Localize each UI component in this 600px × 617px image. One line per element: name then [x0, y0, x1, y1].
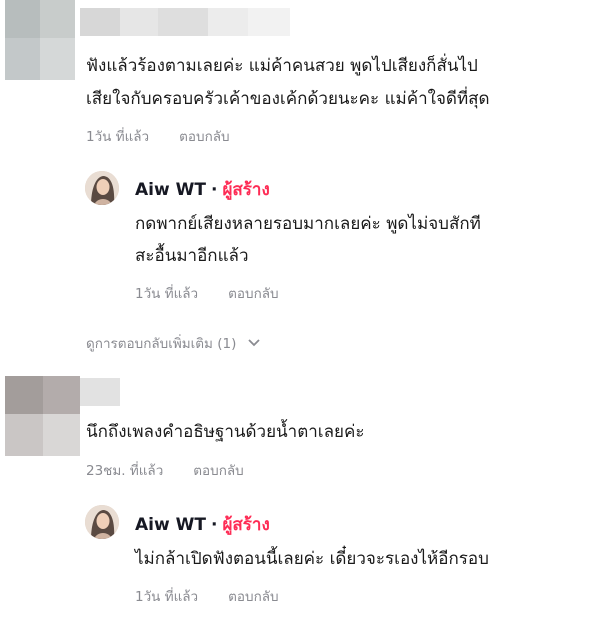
reply-text-line2: สะอื้นมาอีกแล้ว	[135, 246, 249, 266]
comment-time: 23ชม. ที่แล้ว	[86, 463, 164, 479]
avatar-censored	[5, 0, 75, 80]
reply-meta: 1วัน ที่แล้ว ตอบกลับ	[135, 585, 309, 607]
comment-meta: 23ชม. ที่แล้ว ตอบกลับ	[86, 459, 274, 481]
username-censored	[80, 8, 290, 36]
reply-button[interactable]: ตอบกลับ	[228, 286, 278, 302]
reply-button[interactable]: ตอบกลับ	[228, 589, 278, 605]
comment-text-line1: ฟังแล้วร้องตามเลยค่ะ แม่ค้าคนสวย พูดไปเส…	[86, 56, 478, 76]
avatar[interactable]	[85, 505, 119, 539]
view-more-replies-label: ดูการตอบกลับเพิ่มเติม (1)	[86, 336, 237, 352]
reply-button[interactable]: ตอบกลับ	[193, 463, 243, 479]
avatar-image	[85, 505, 119, 539]
username-censored	[80, 378, 120, 406]
creator-badge: ผู้สร้าง	[222, 515, 270, 535]
view-more-replies[interactable]: ดูการตอบกลับเพิ่มเติม (1)	[86, 332, 261, 354]
avatar[interactable]	[85, 171, 119, 205]
comment-text-line2: เสียใจกับครอบครัวเค้าของเค้กด้วยนะคะ แม่…	[86, 89, 490, 109]
reply-author[interactable]: Aiw WT	[135, 180, 206, 200]
reply-meta: 1วัน ที่แล้ว ตอบกลับ	[135, 282, 309, 304]
reply-text-line1: ไม่กล้าเปิดฟังตอนนี้เลยค่ะ เดี๋ยวจะรเองไ…	[135, 549, 489, 569]
reply-author-line: Aiw WT · ผู้สร้าง	[135, 176, 270, 203]
reply-author-line: Aiw WT · ผู้สร้าง	[135, 511, 270, 538]
comment-text-line1: นึกถึงเพลงคำอธิษฐานด้วยน้ำตาเลยค่ะ	[86, 422, 365, 442]
reply-text-line1: กดพากย์เสียงหลายรอบมากเลยค่ะ พูดไม่จบสัก…	[135, 214, 481, 234]
separator: ·	[210, 515, 218, 535]
reply-button[interactable]: ตอบกลับ	[179, 129, 229, 145]
comment-meta: 1วัน ที่แล้ว ตอบกลับ	[86, 125, 260, 147]
chevron-down-icon	[247, 336, 261, 352]
comment-time: 1วัน ที่แล้ว	[86, 129, 150, 145]
avatar-censored	[5, 376, 80, 456]
reply-author[interactable]: Aiw WT	[135, 515, 206, 535]
reply-time: 1วัน ที่แล้ว	[135, 286, 199, 302]
avatar-image	[85, 171, 119, 205]
reply-time: 1วัน ที่แล้ว	[135, 589, 199, 605]
creator-badge: ผู้สร้าง	[222, 180, 270, 200]
separator: ·	[210, 180, 218, 200]
